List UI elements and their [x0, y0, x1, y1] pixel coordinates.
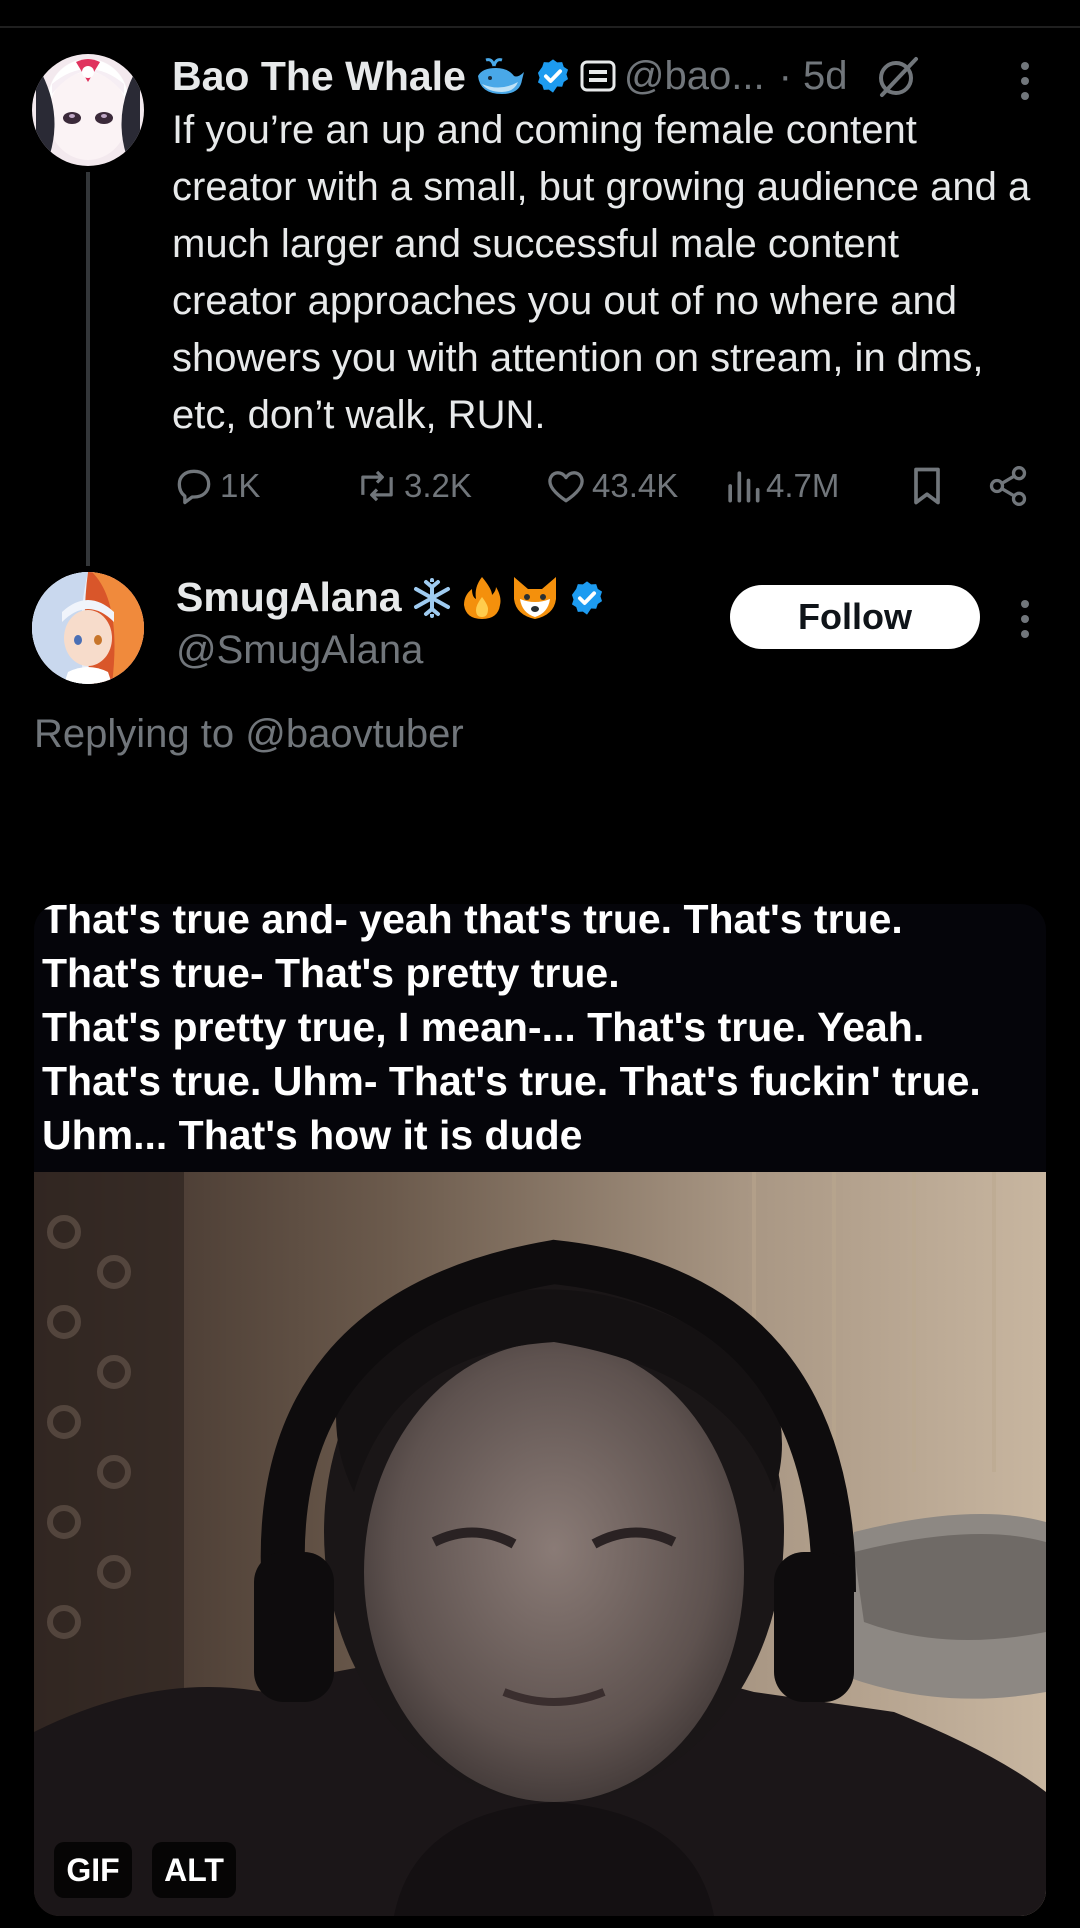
views-button[interactable]: 4.7M [724, 464, 839, 508]
reply-button[interactable]: 1K [172, 464, 260, 508]
gif-badge: GIF [54, 1842, 132, 1898]
reply-count: 1K [220, 467, 261, 504]
top-divider [0, 26, 1080, 28]
views-chart-icon [728, 471, 760, 503]
caption-line: That's pretty true, I mean-... That's tr… [42, 1004, 925, 1050]
fire-emoji-icon [462, 575, 502, 621]
heart-icon [548, 471, 584, 503]
repost-count: 3.2K [404, 467, 472, 504]
gif-media[interactable]: That's true and- yeah that's true. That'… [34, 904, 1046, 1916]
repost-button[interactable]: 3.2K [354, 464, 472, 508]
whale-emoji-icon [474, 54, 526, 98]
fox-emoji-icon [510, 575, 560, 621]
verified-badge-icon[interactable] [568, 579, 606, 617]
subscriber-badge-icon [580, 60, 616, 92]
bookmark-button[interactable] [908, 464, 950, 508]
author-handle[interactable]: @bao... [624, 54, 765, 99]
verified-badge-icon[interactable] [534, 57, 572, 95]
share-icon [989, 466, 1027, 506]
reply-author-handle[interactable]: @SmugAlana [176, 628, 423, 673]
author-name[interactable]: Bao The Whale [172, 53, 466, 100]
follow-button[interactable]: Follow [730, 585, 980, 649]
tweet-timestamp[interactable]: · 5d [779, 54, 848, 99]
view-count: 4.7M [766, 467, 840, 504]
repost-icon [361, 470, 393, 502]
bao-avatar[interactable] [32, 54, 144, 166]
gif-caption: That's true and- yeah that's true. That'… [42, 904, 1042, 1162]
caption-line: That's true- That's pretty true. [42, 950, 620, 996]
snowflake-emoji-icon [410, 576, 454, 620]
more-options-icon[interactable] [1015, 62, 1035, 100]
caption-line: That's true. Uhm- That's true. That's fu… [42, 1058, 981, 1104]
tweet-actions: 1K 3.2K 43.4K 4.7M [172, 464, 1032, 518]
replying-to-text[interactable]: Replying to @baovtuber [34, 712, 464, 757]
bookmark-icon [914, 467, 940, 505]
share-button[interactable] [986, 464, 1034, 508]
alt-text-button[interactable]: ALT [152, 1842, 236, 1898]
like-count: 43.4K [592, 467, 679, 504]
reply-header: SmugAlana [176, 574, 614, 621]
reply-icon [177, 469, 211, 505]
like-button[interactable]: 43.4K [544, 464, 678, 508]
grok-icon[interactable] [874, 53, 922, 99]
thread-connector-line [86, 172, 90, 566]
caption-line: Uhm... That's how it is dude [42, 1112, 583, 1158]
smugalana-avatar[interactable] [32, 572, 144, 684]
more-options-icon[interactable] [1015, 600, 1035, 638]
tweet-text: If you’re an up and coming female conten… [172, 108, 1031, 437]
video-frame-image [34, 1172, 1046, 1916]
reply-author-name[interactable]: SmugAlana [176, 574, 402, 621]
caption-line: That's true and- yeah that's true. That'… [42, 904, 903, 942]
tweet-header: Bao The Whale @bao... · 5d [172, 48, 930, 104]
